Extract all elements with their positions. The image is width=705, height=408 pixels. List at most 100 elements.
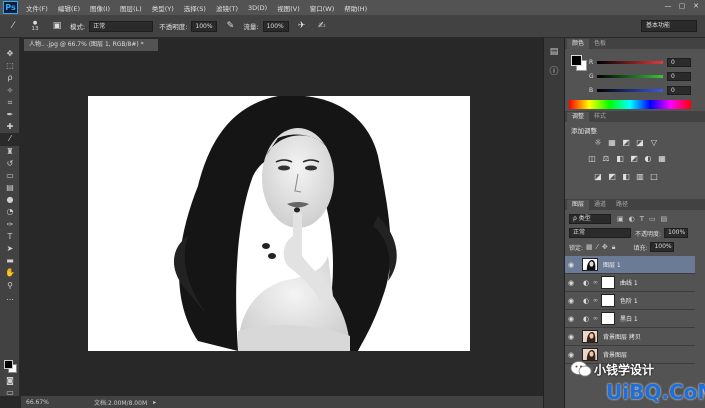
tab-layers[interactable]: 图层 xyxy=(567,200,590,210)
status-menu-arrow-icon[interactable]: ▸ xyxy=(153,399,156,406)
history-panel-icon[interactable]: ▤ xyxy=(544,44,564,60)
crop-tool-icon[interactable]: ⌗ xyxy=(0,97,20,109)
dodge-tool-icon[interactable]: ◔ xyxy=(0,206,20,218)
history-brush-tool-icon[interactable]: ↺ xyxy=(0,158,20,170)
type-tool-icon[interactable]: T xyxy=(0,231,20,243)
brush-tool-icon[interactable]: ⁄ xyxy=(0,133,20,146)
layer-row-background-copy[interactable]: ◉ 背景图层 拷贝 xyxy=(565,328,695,346)
quick-mask-icon[interactable]: ◙ xyxy=(0,375,20,387)
visibility-eye-icon[interactable]: ◉ xyxy=(565,315,577,323)
menu-3d[interactable]: 3D(D) xyxy=(248,4,267,12)
tab-styles[interactable]: 样式 xyxy=(589,112,611,122)
extras-icon[interactable]: … xyxy=(0,292,20,304)
menu-layer[interactable]: 图层(L) xyxy=(120,3,142,13)
maximize-button[interactable]: ▢ xyxy=(677,2,687,11)
photo-filter-adjust-icon[interactable]: ◩ xyxy=(629,154,639,164)
menu-window[interactable]: 窗口(W) xyxy=(310,3,335,13)
menu-image[interactable]: 图像(I) xyxy=(90,3,110,13)
path-select-tool-icon[interactable]: ➤ xyxy=(0,243,20,255)
black-white-adjust-icon[interactable]: ◧ xyxy=(615,154,625,164)
eyedropper-tool-icon[interactable]: ✒ xyxy=(0,109,20,121)
layer-mask-thumbnail[interactable] xyxy=(601,276,615,289)
curves-adjust-icon[interactable]: ◩ xyxy=(621,138,631,148)
posterize-adjust-icon[interactable]: ◩ xyxy=(607,172,617,182)
menu-file[interactable]: 文件(F) xyxy=(26,3,48,13)
layer-row-curves[interactable]: ◉ ◐ ∞ 曲线 1 xyxy=(565,274,695,292)
blue-slider[interactable] xyxy=(597,88,663,92)
layer-opacity-input[interactable]: 100% xyxy=(664,228,689,238)
layer-row-levels[interactable]: ◉ ◐ ∞ 色阶 1 xyxy=(565,292,695,310)
blur-tool-icon[interactable]: ● xyxy=(0,194,20,206)
properties-panel-icon[interactable]: ⓘ xyxy=(544,64,564,80)
pressure-opacity-icon[interactable]: ✎ xyxy=(223,19,237,33)
filter-adjust-icon[interactable]: ◐ xyxy=(629,215,635,223)
filter-shape-icon[interactable]: ▭ xyxy=(649,215,656,223)
levels-adjust-icon[interactable]: ▦ xyxy=(607,138,617,148)
visibility-eye-icon[interactable]: ◉ xyxy=(565,279,577,287)
shape-tool-icon[interactable]: ▬ xyxy=(0,255,20,267)
gradient-tool-icon[interactable]: ▤ xyxy=(0,182,20,194)
menu-edit[interactable]: 编辑(E) xyxy=(58,3,80,13)
hue-saturation-adjust-icon[interactable]: ◫ xyxy=(587,154,597,164)
filter-pixel-icon[interactable]: ▣ xyxy=(617,215,624,223)
opacity-input[interactable]: 100% xyxy=(191,20,218,32)
layer-row-black-white[interactable]: ◉ ◐ ∞ 黑白 1 xyxy=(565,310,695,328)
lasso-tool-icon[interactable]: ρ xyxy=(0,72,20,84)
visibility-eye-icon[interactable]: ◉ xyxy=(565,261,577,269)
close-button[interactable]: ✕ xyxy=(691,2,701,11)
lock-all-icon[interactable]: 🔒︎ xyxy=(612,243,616,252)
visibility-eye-icon[interactable]: ◉ xyxy=(565,297,577,305)
menu-type[interactable]: 类型(Y) xyxy=(152,3,174,13)
flow-input[interactable]: 100% xyxy=(262,20,289,32)
menu-filter[interactable]: 滤镜(T) xyxy=(216,3,238,13)
quick-select-tool-icon[interactable]: ✧ xyxy=(0,85,20,97)
pressure-size-icon[interactable]: ✍ xyxy=(315,19,329,33)
layer-mask-thumbnail[interactable] xyxy=(601,312,615,325)
green-value-input[interactable]: 0 xyxy=(667,71,691,81)
foreground-color-chip[interactable] xyxy=(571,55,582,66)
document-canvas[interactable] xyxy=(88,96,470,351)
tab-channels[interactable]: 通道 xyxy=(589,200,611,210)
minimize-button[interactable]: — xyxy=(663,2,673,11)
screen-mode-icon[interactable]: ▭ xyxy=(0,387,20,399)
airbrush-icon[interactable]: ✈ xyxy=(295,19,309,33)
selective-color-adjust-icon[interactable]: □ xyxy=(649,172,659,182)
eraser-tool-icon[interactable]: ▭ xyxy=(0,170,20,182)
mode-select[interactable]: 正常 xyxy=(89,20,154,32)
fill-input[interactable]: 100% xyxy=(650,242,675,252)
move-tool-icon[interactable]: ✥ xyxy=(0,48,20,60)
menu-help[interactable]: 帮助(H) xyxy=(344,3,367,13)
visibility-eye-icon[interactable]: ◉ xyxy=(565,333,577,341)
color-spectrum-bar[interactable] xyxy=(569,100,691,109)
lock-transparency-icon[interactable]: ▦ xyxy=(586,243,593,251)
brush-tool-preset-icon[interactable]: ⁄ xyxy=(6,19,20,33)
brightness-adjust-icon[interactable]: ☼ xyxy=(593,138,603,148)
workspace-select[interactable]: 基本功能 xyxy=(641,20,697,32)
zoom-tool-icon[interactable]: ⚲ xyxy=(0,280,20,292)
blue-value-input[interactable]: 0 xyxy=(667,85,691,95)
exposure-adjust-icon[interactable]: ◪ xyxy=(635,138,645,148)
foreground-color-swatch[interactable] xyxy=(4,360,13,369)
vibrance-adjust-icon[interactable]: ▽ xyxy=(649,138,659,148)
brush-panel-toggle-icon[interactable]: ▣ xyxy=(50,19,64,33)
tab-paths[interactable]: 路径 xyxy=(611,200,633,210)
hand-tool-icon[interactable]: ✋ xyxy=(0,267,20,279)
color-balance-adjust-icon[interactable]: ⚖ xyxy=(601,154,611,164)
marquee-tool-icon[interactable]: ⬚ xyxy=(0,60,20,72)
menu-view[interactable]: 视图(V) xyxy=(277,3,300,13)
healing-tool-icon[interactable]: ✚ xyxy=(0,121,20,133)
clone-stamp-tool-icon[interactable]: ♜ xyxy=(0,146,20,158)
invert-adjust-icon[interactable]: ◪ xyxy=(593,172,603,182)
pen-tool-icon[interactable]: ✑ xyxy=(0,219,20,231)
tab-adjustments[interactable]: 调整 xyxy=(567,112,590,122)
document-tab[interactable]: 人物.. .jpg @ 66.7% (图层 1, RGB/8#) * xyxy=(24,39,158,51)
red-value-input[interactable]: 0 xyxy=(667,57,691,67)
lock-pixels-icon[interactable]: ⁄ xyxy=(597,243,598,251)
green-slider[interactable] xyxy=(597,74,663,78)
blend-mode-select[interactable]: 正常 xyxy=(569,228,631,238)
layer-mask-thumbnail[interactable] xyxy=(601,294,615,307)
tab-color[interactable]: 颜色 xyxy=(567,39,590,49)
tab-swatches[interactable]: 色板 xyxy=(589,39,611,49)
layer-filter-select[interactable]: ρ 类型 xyxy=(569,214,611,224)
brush-size-picker[interactable]: ● 13 xyxy=(26,19,44,33)
